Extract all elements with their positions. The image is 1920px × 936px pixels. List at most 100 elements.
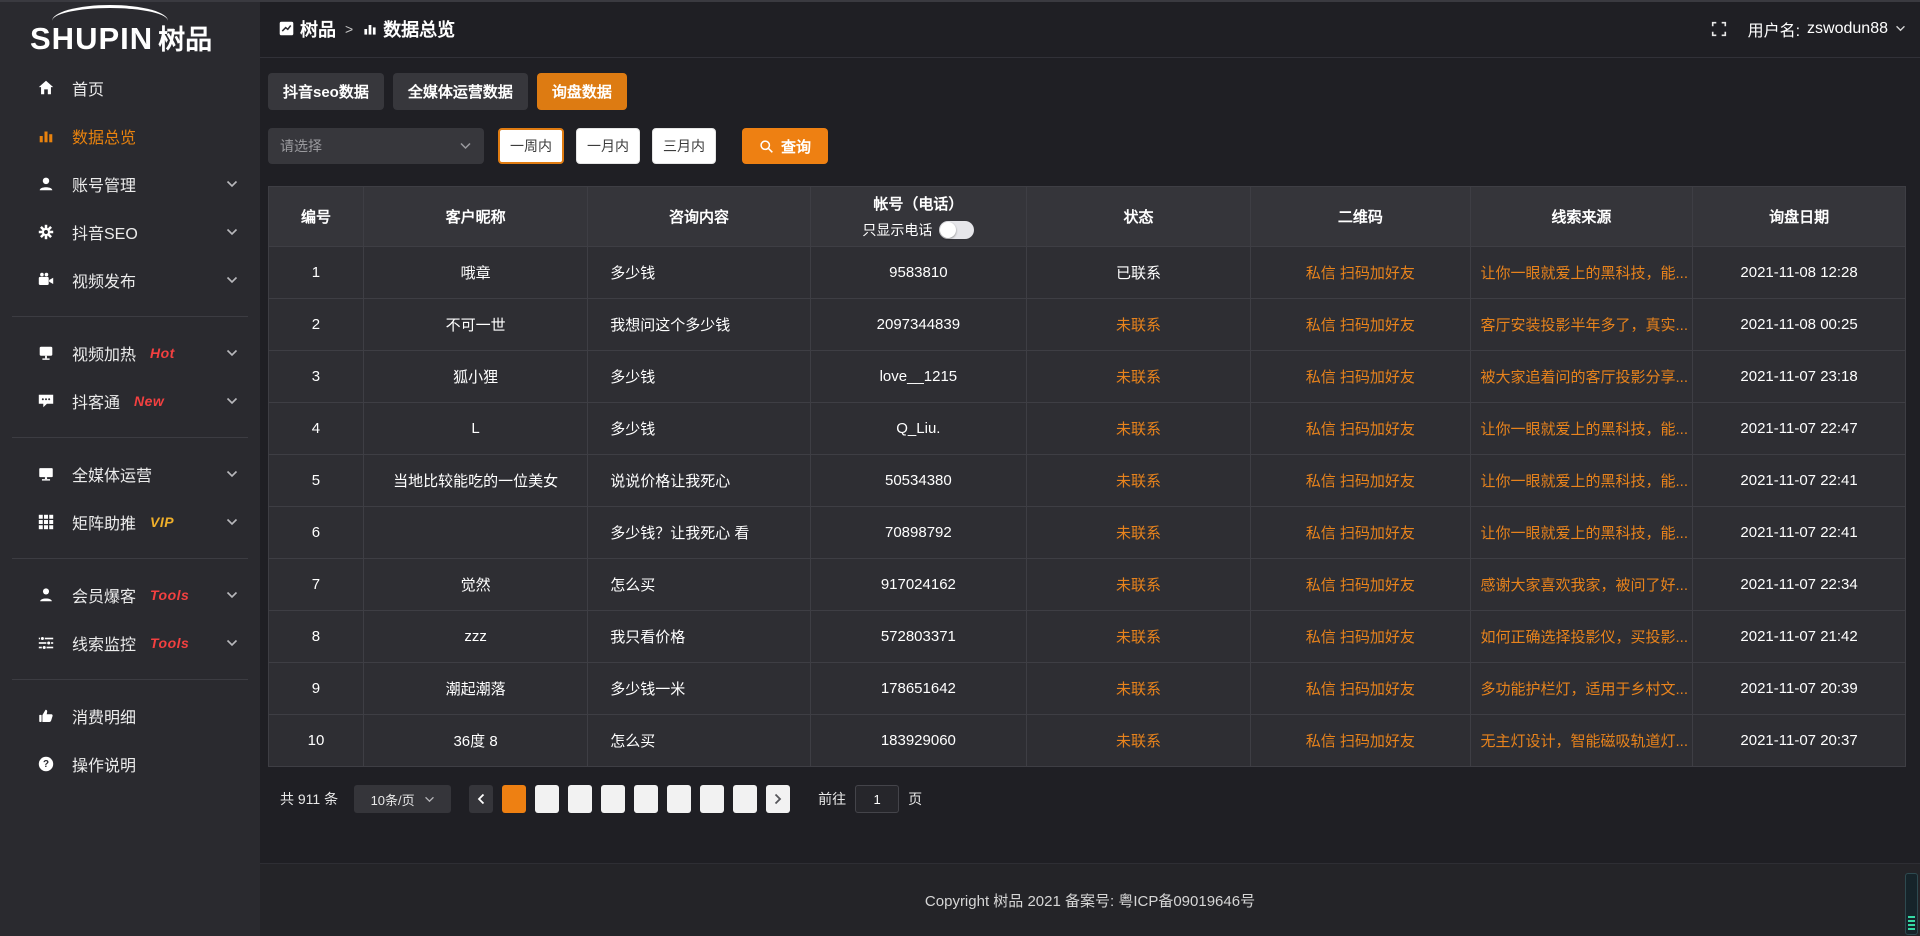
cell-qr-links[interactable]: 私信 扫码加好友 [1251, 403, 1470, 455]
prev-page-button[interactable] [469, 785, 493, 813]
table-row: 9 潮起潮落 多少钱一米 178651642 未联系 私信 扫码加好友 多功能护… [269, 663, 1906, 715]
cell-date: 2021-11-07 20:39 [1693, 663, 1906, 715]
cell-content: 我想问这个多少钱 [588, 299, 811, 351]
heat-icon [36, 343, 56, 363]
col-source: 线索来源 [1470, 187, 1693, 247]
cell-qr-links[interactable]: 私信 扫码加好友 [1251, 247, 1470, 299]
cell-id: 2 [269, 299, 364, 351]
search-button[interactable]: 查询 [742, 128, 828, 164]
table-row: 8 zzz 我只看价格 572803371 未联系 私信 扫码加好友 如何正确选… [269, 611, 1906, 663]
page-number-button[interactable] [733, 785, 757, 813]
cell-source-link[interactable]: 多功能护栏灯，适用于乡村文... [1470, 663, 1693, 715]
sidebar-item[interactable]: 视频发布 [0, 256, 260, 304]
sidebar-menu: 首页 数据总览 账号管理 抖音SEO 视频发布 视频加热 H [0, 56, 260, 788]
member-icon [36, 585, 56, 605]
cell-source-link[interactable]: 被大家追着问的客厅投影分享... [1470, 351, 1693, 403]
sidebar-item-label: 抖音SEO [72, 220, 138, 244]
sidebar-item[interactable]: 消费明细 [0, 692, 260, 740]
sidebar-item[interactable]: 线索监控 Tools [0, 619, 260, 667]
sidebar-item[interactable]: 全媒体运营 [0, 450, 260, 498]
cell-date: 2021-11-07 22:34 [1693, 559, 1906, 611]
sidebar-item[interactable]: 抖客通 New [0, 377, 260, 425]
page-number-button[interactable] [502, 785, 526, 813]
cell-source-link[interactable]: 让你一眼就爱上的黑科技，能... [1470, 455, 1693, 507]
sidebar-item[interactable]: 首页 [0, 64, 260, 112]
cell-qr-links[interactable]: 私信 扫码加好友 [1251, 351, 1470, 403]
cell-source-link[interactable]: 如何正确选择投影仪，买投影... [1470, 611, 1693, 663]
cell-id: 4 [269, 403, 364, 455]
data-tab[interactable]: 全媒体运营数据 [393, 73, 528, 110]
phone-only-toggle[interactable] [939, 221, 974, 239]
goto-suffix: 页 [908, 789, 922, 809]
sidebar-item[interactable]: 数据总览 [0, 112, 260, 160]
sidebar-item[interactable]: ? 操作说明 [0, 740, 260, 788]
cell-qr-links[interactable]: 私信 扫码加好友 [1251, 611, 1470, 663]
table-row: 6 多少钱？让我死心 看 70898792 未联系 私信 扫码加好友 让你一眼就… [269, 507, 1906, 559]
cell-qr-links[interactable]: 私信 扫码加好友 [1251, 507, 1470, 559]
period-filter-button[interactable]: 一周内 [498, 128, 564, 164]
page-number-button[interactable] [601, 785, 625, 813]
chevron-down-icon [424, 796, 435, 803]
page-number-button[interactable] [568, 785, 592, 813]
sidebar-item-label: 视频加热 [72, 341, 136, 365]
inquiry-table: 编号 客户昵称 咨询内容 帐号（电话） 只显示电话 状态 二维码 线索来源 询盘… [268, 186, 1906, 767]
cell-source-link[interactable]: 让你一眼就爱上的黑科技，能... [1470, 247, 1693, 299]
header-right: 用户名: zswodun88 [1710, 17, 1906, 41]
cell-qr-links[interactable]: 私信 扫码加好友 [1251, 663, 1470, 715]
fullscreen-icon[interactable] [1710, 20, 1728, 38]
filter-row: 请选择 一周内 一月内 三月内 查询 [268, 128, 1906, 164]
cell-source-link[interactable]: 让你一眼就爱上的黑科技，能... [1470, 403, 1693, 455]
logo-text-en: SHUPIN [30, 23, 153, 54]
sidebar-item-label: 操作说明 [72, 752, 136, 776]
breadcrumb-separator: > [345, 21, 353, 37]
sidebar-item[interactable]: 视频加热 Hot [0, 329, 260, 377]
page-size-select[interactable]: 10条/页 [354, 785, 451, 813]
breadcrumb-current[interactable]: 数据总览 [362, 16, 455, 42]
breadcrumb-home[interactable]: 树品 [278, 16, 336, 42]
trend-icon [278, 20, 295, 37]
chevron-down-icon [226, 397, 238, 405]
period-filter-button[interactable]: 一月内 [576, 128, 640, 164]
period-filter-button[interactable]: 三月内 [652, 128, 716, 164]
table-row: 4 L 多少钱 Q_Liu. 未联系 私信 扫码加好友 让你一眼就爱上的黑科技，… [269, 403, 1906, 455]
bar-chart-icon [362, 21, 378, 37]
page-number-button[interactable] [667, 785, 691, 813]
app-logo[interactable]: SHUPIN 树品 [0, 0, 260, 56]
cell-qr-links[interactable]: 私信 扫码加好友 [1251, 559, 1470, 611]
cell-qr-links[interactable]: 私信 扫码加好友 [1251, 299, 1470, 351]
sidebar-item[interactable]: 会员爆客 Tools [0, 571, 260, 619]
cell-content: 多少钱 [588, 403, 811, 455]
cell-account: 9583810 [810, 247, 1026, 299]
col-id: 编号 [269, 187, 364, 247]
sidebar-item-label: 消费明细 [72, 704, 136, 728]
page-number-button[interactable] [535, 785, 559, 813]
cell-source-link[interactable]: 无主灯设计，智能磁吸轨道灯... [1470, 715, 1693, 767]
username-value: zswodun88 [1807, 20, 1888, 38]
sidebar-item[interactable]: 矩阵助推 VIP [0, 498, 260, 546]
browser-widget-artifact [1905, 873, 1918, 935]
grid-icon [36, 512, 56, 532]
cell-id: 3 [269, 351, 364, 403]
chat-icon [36, 391, 56, 411]
cell-source-link[interactable]: 感谢大家喜欢我家，被问了好... [1470, 559, 1693, 611]
user-menu[interactable]: 用户名: zswodun88 [1748, 17, 1906, 41]
data-tab[interactable]: 抖音seo数据 [268, 73, 384, 110]
sidebar-item-badge: New [134, 393, 164, 409]
table-body: 1 哦章 多少钱 9583810 已联系 私信 扫码加好友 让你一眼就爱上的黑科… [269, 247, 1906, 767]
sidebar-item[interactable]: 账号管理 [0, 160, 260, 208]
cell-qr-links[interactable]: 私信 扫码加好友 [1251, 715, 1470, 767]
cell-account: love__1215 [810, 351, 1026, 403]
sidebar-item[interactable]: 抖音SEO [0, 208, 260, 256]
cell-id: 5 [269, 455, 364, 507]
cell-source-link[interactable]: 让你一眼就爱上的黑科技，能... [1470, 507, 1693, 559]
goto-page-input[interactable] [855, 785, 899, 813]
page-number-button[interactable] [700, 785, 724, 813]
page-number-button[interactable] [634, 785, 658, 813]
cell-source-link[interactable]: 客厅安装投影半年多了，真实... [1470, 299, 1693, 351]
account-select[interactable]: 请选择 [268, 128, 484, 164]
next-page-button[interactable] [766, 785, 790, 813]
sidebar-divider [12, 437, 248, 438]
data-tab[interactable]: 询盘数据 [537, 73, 627, 110]
cell-qr-links[interactable]: 私信 扫码加好友 [1251, 455, 1470, 507]
cell-content: 多少钱 [588, 351, 811, 403]
